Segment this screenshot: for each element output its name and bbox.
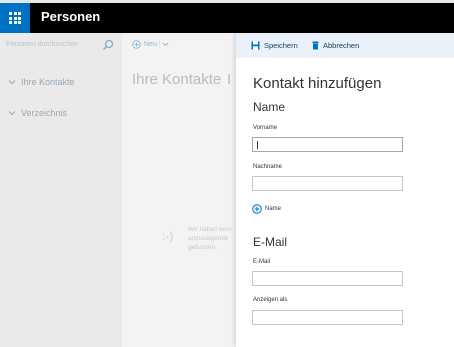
- app-bar: Personen: [0, 3, 454, 33]
- add-name-label: Name: [265, 206, 282, 212]
- chevron-down-icon[interactable]: [162, 41, 169, 48]
- new-button-separator: |: [158, 41, 161, 48]
- new-button[interactable]: Neu |: [132, 40, 169, 49]
- app-title: Personen: [41, 9, 101, 24]
- display-as-label: Anzeigen als: [253, 297, 288, 303]
- first-name-field[interactable]: [252, 137, 403, 152]
- display-as-field[interactable]: [252, 310, 403, 325]
- cancel-button-label: Abbrechen: [323, 41, 360, 50]
- left-navigation-pane: Personen durchsuchen Ihre Kontakte Verze…: [0, 33, 122, 347]
- email-label: E-Mail: [253, 259, 271, 265]
- nav-item-label: Verzeichnis: [21, 108, 68, 118]
- email-field[interactable]: [252, 271, 403, 286]
- smiley-icon: :-): [162, 229, 174, 243]
- plus-circle-icon: [132, 40, 141, 49]
- plus-circle-icon: [252, 204, 262, 214]
- new-button-label: Neu: [144, 41, 157, 48]
- add-name-button[interactable]: Name: [252, 204, 281, 214]
- title-fragment: I: [227, 71, 232, 88]
- text-cursor: [257, 141, 258, 149]
- save-button[interactable]: Speichern: [251, 41, 298, 50]
- waffle-icon: [9, 12, 21, 24]
- trash-icon: [312, 41, 319, 50]
- search-box[interactable]: Personen durchsuchen: [6, 39, 116, 55]
- search-input[interactable]: Personen durchsuchen: [6, 41, 78, 48]
- first-name-label: Vorname: [253, 125, 278, 131]
- command-bar: Speichern Abbrechen: [236, 33, 454, 58]
- save-icon: [251, 41, 260, 50]
- app-launcher-button[interactable]: [0, 3, 30, 33]
- search-icon[interactable]: [102, 39, 114, 51]
- panel-title: Kontakt hinzufügen: [253, 75, 382, 92]
- chevron-down-icon: [8, 111, 16, 116]
- add-contact-panel: Speichern Abbrechen Kontakt hinzufügen N…: [236, 33, 454, 347]
- last-name-field[interactable]: [252, 176, 403, 191]
- chevron-down-icon: [8, 80, 16, 85]
- save-button-label: Speichern: [264, 41, 298, 50]
- cancel-button[interactable]: Abbrechen: [312, 41, 359, 50]
- contact-list-pane: Neu | Ihre Kontakte I :-) Wir haben kein…: [122, 33, 236, 347]
- last-name-label: Nachname: [253, 164, 283, 170]
- name-section-title: Name: [253, 100, 286, 114]
- nav-item-ihre-kontakte[interactable]: Ihre Kontakte: [8, 77, 75, 87]
- email-section-title: E-Mail: [253, 235, 288, 249]
- page-title: Ihre Kontakte: [132, 71, 222, 88]
- nav-item-verzeichnis[interactable]: Verzeichnis: [8, 108, 67, 118]
- nav-item-label: Ihre Kontakte: [21, 77, 75, 87]
